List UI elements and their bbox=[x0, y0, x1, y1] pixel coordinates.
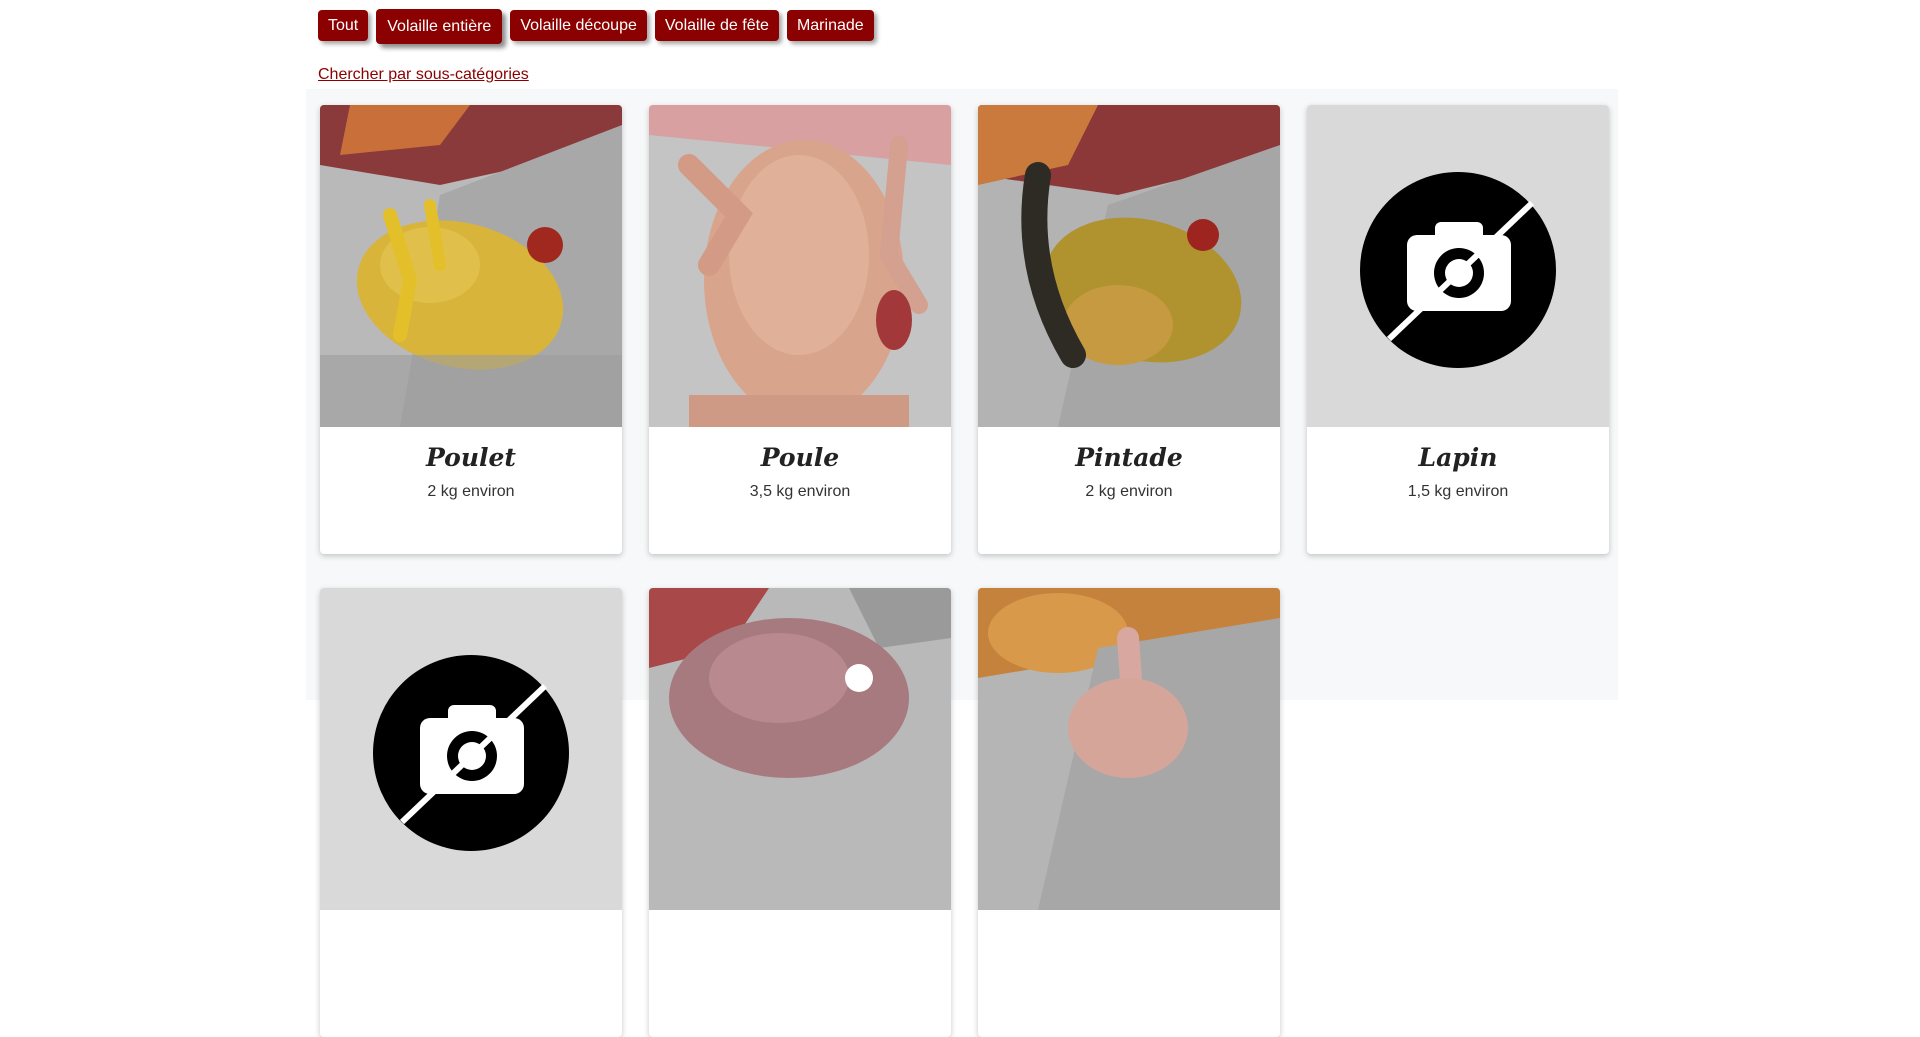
product-card[interactable] bbox=[978, 588, 1280, 1037]
no-photo-icon bbox=[373, 655, 569, 851]
product-photo bbox=[649, 588, 951, 910]
product-card[interactable]: Pintade 2 kg environ bbox=[978, 105, 1280, 554]
product-photo bbox=[320, 105, 622, 427]
product-weight: 1,5 kg environ bbox=[1407, 483, 1509, 500]
product-photo bbox=[978, 588, 1280, 910]
product-card[interactable]: Poulet 2 kg environ bbox=[320, 105, 622, 554]
category-filter-bar: Tout Volaille entière Volaille découpe V… bbox=[318, 9, 874, 44]
product-photo-placeholder bbox=[320, 588, 622, 910]
product-photo-placeholder bbox=[1307, 105, 1609, 427]
product-photo bbox=[978, 105, 1280, 427]
filter-marinade-button[interactable]: Marinade bbox=[786, 10, 874, 41]
subcategory-search-link[interactable]: Chercher par sous-catégories bbox=[318, 66, 529, 84]
product-weight: 2 kg environ bbox=[1085, 483, 1173, 500]
filter-volaille-de-fete-button[interactable]: Volaille de fête bbox=[654, 10, 779, 41]
product-grid: Poulet 2 kg environ Poule 3,5 kg environ bbox=[306, 89, 1618, 1037]
filter-volaille-entiere-button[interactable]: Volaille entière bbox=[376, 9, 503, 44]
filter-volaille-decoupe-button[interactable]: Volaille découpe bbox=[510, 10, 647, 41]
product-card[interactable]: Lapin 1,5 kg environ bbox=[1307, 105, 1609, 554]
filter-tout-button[interactable]: Tout bbox=[318, 10, 369, 41]
product-title: Pintade bbox=[1075, 443, 1183, 472]
product-title: Poule bbox=[760, 443, 840, 472]
no-photo-icon bbox=[1360, 172, 1556, 368]
product-title: Lapin bbox=[1418, 443, 1498, 472]
product-title: Poulet bbox=[426, 443, 516, 472]
product-card[interactable] bbox=[649, 588, 951, 1037]
product-photo bbox=[649, 105, 951, 427]
product-weight: 3,5 kg environ bbox=[749, 483, 851, 500]
product-weight: 2 kg environ bbox=[427, 483, 515, 500]
product-card[interactable]: Poule 3,5 kg environ bbox=[649, 105, 951, 554]
product-card[interactable] bbox=[320, 588, 622, 1037]
